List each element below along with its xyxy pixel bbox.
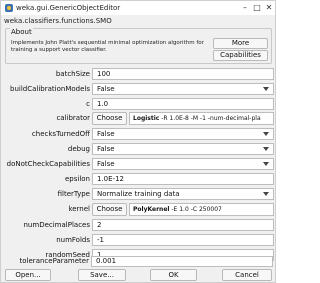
numfolds-field[interactable]: -1 bbox=[92, 234, 274, 246]
capabilities-button[interactable]: Capabilities bbox=[213, 50, 268, 61]
kernel-chooser: Choose PolyKernel -E 1.0 -C 250007 bbox=[92, 203, 274, 216]
dialog-buttons: Open... Save... OK Cancel bbox=[1, 269, 277, 283]
buildcalibrationmodels-select[interactable]: False bbox=[92, 83, 274, 95]
param-label: filterType bbox=[57, 190, 90, 198]
param-row-calibrator: calibrator Choose Logistic -R 1.0E-8 -M … bbox=[1, 112, 277, 126]
numdecimalplaces-field[interactable]: 2 bbox=[92, 219, 274, 231]
param-row-buildcalibrationmodels: buildCalibrationModels False bbox=[1, 83, 277, 97]
chevron-down-icon bbox=[263, 87, 269, 91]
ok-button[interactable]: OK bbox=[150, 269, 197, 281]
param-row-donotcheckcapabilities: doNotCheckCapabilities False bbox=[1, 158, 277, 172]
chevron-down-icon bbox=[263, 192, 269, 196]
generic-object-editor-window: weka.gui.GenericObjectEditor – □ ✕ weka.… bbox=[0, 0, 276, 283]
param-label: kernel bbox=[68, 205, 90, 213]
param-label: numDecimalPlaces bbox=[23, 221, 91, 229]
c-field[interactable]: 1.0 bbox=[92, 98, 274, 110]
param-label: c bbox=[86, 100, 90, 108]
calibrator-chooser: Choose Logistic -R 1.0E-8 -M -1 -num-dec… bbox=[92, 112, 274, 125]
select-value: False bbox=[97, 85, 115, 93]
about-label: About bbox=[10, 28, 33, 36]
window-title: weka.gui.GenericObjectEditor bbox=[16, 4, 121, 12]
class-name-label: weka.classifiers.functions.SMO bbox=[4, 17, 112, 25]
checksturnedoff-select[interactable]: False bbox=[92, 128, 274, 140]
param-row-batchsize: batchSize 100 bbox=[1, 68, 277, 82]
maximize-icon[interactable]: □ bbox=[251, 1, 263, 15]
kernel-class: PolyKernel bbox=[133, 206, 170, 213]
param-label: buildCalibrationModels bbox=[10, 85, 90, 93]
param-label: debug bbox=[67, 145, 90, 153]
calibrator-args: -R 1.0E-8 -M -1 -num-decimal-pla bbox=[159, 115, 261, 122]
donotcheckcapabilities-select[interactable]: False bbox=[92, 158, 274, 170]
more-button[interactable]: More bbox=[213, 38, 268, 49]
param-label: numFolds bbox=[56, 236, 90, 244]
close-icon[interactable]: ✕ bbox=[263, 1, 275, 15]
title-bar: weka.gui.GenericObjectEditor – □ ✕ bbox=[1, 1, 275, 15]
about-description: Implements John Platt's sequential minim… bbox=[11, 40, 204, 53]
calibrator-value[interactable]: Logistic -R 1.0E-8 -M -1 -num-decimal-pl… bbox=[129, 112, 274, 125]
debug-select[interactable]: False bbox=[92, 143, 274, 155]
param-row-numdecimalplaces: numDecimalPlaces 2 bbox=[1, 219, 277, 233]
minimize-icon[interactable]: – bbox=[239, 1, 251, 15]
param-row-c: c 1.0 bbox=[1, 98, 277, 112]
param-label: epsilon bbox=[64, 175, 90, 183]
select-value: False bbox=[97, 160, 115, 168]
param-row-debug: debug False bbox=[1, 143, 277, 157]
param-row-epsilon: epsilon 1.0E-12 bbox=[1, 173, 277, 187]
filtertype-select[interactable]: Normalize training data bbox=[92, 188, 274, 200]
chevron-down-icon bbox=[263, 132, 269, 136]
chevron-down-icon bbox=[263, 147, 269, 151]
calibrator-class: Logistic bbox=[133, 115, 160, 122]
select-value: False bbox=[97, 130, 115, 138]
param-row-checksturnedoff: checksTurnedOff False bbox=[1, 128, 277, 142]
batchsize-field[interactable]: 100 bbox=[92, 68, 274, 80]
param-label: calibrator bbox=[56, 114, 90, 122]
param-label: toleranceParameter bbox=[19, 257, 89, 265]
param-label: batchSize bbox=[55, 70, 90, 78]
param-row-kernel: kernel Choose PolyKernel -E 1.0 -C 25000… bbox=[1, 203, 277, 217]
weka-app-icon bbox=[5, 4, 13, 12]
open-button[interactable]: Open... bbox=[5, 269, 51, 281]
chevron-down-icon bbox=[263, 162, 269, 166]
kernel-value[interactable]: PolyKernel -E 1.0 -C 250007 bbox=[129, 203, 274, 216]
save-button[interactable]: Save... bbox=[78, 269, 126, 281]
toleranceparameter-field[interactable]: 0.001 bbox=[91, 256, 273, 267]
cancel-button[interactable]: Cancel bbox=[222, 269, 272, 281]
kernel-choose-button[interactable]: Choose bbox=[92, 203, 127, 216]
epsilon-field[interactable]: 1.0E-12 bbox=[92, 173, 274, 185]
param-row-filtertype: filterType Normalize training data bbox=[1, 188, 277, 202]
param-label: checksTurnedOff bbox=[31, 130, 90, 138]
about-panel: About Implements John Platt's sequential… bbox=[5, 28, 272, 64]
select-value: False bbox=[97, 145, 115, 153]
calibrator-choose-button[interactable]: Choose bbox=[92, 112, 127, 125]
kernel-args: -E 1.0 -C 250007 bbox=[169, 206, 222, 213]
param-label: doNotCheckCapabilities bbox=[6, 160, 90, 168]
param-row-numfolds: numFolds -1 bbox=[1, 234, 277, 248]
param-row-toleranceparameter: toleranceParameter 0.001 bbox=[0, 256, 276, 268]
select-value: Normalize training data bbox=[97, 190, 180, 198]
